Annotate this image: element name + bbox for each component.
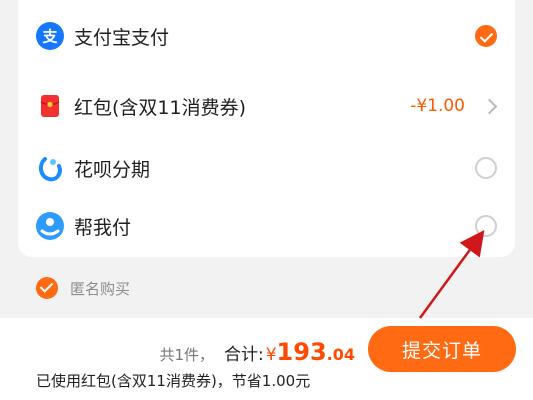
anonymous-checkbox-checked[interactable] [36, 277, 58, 299]
anonymous-label: 匿名购买 [70, 279, 131, 298]
alipay-radio-checked[interactable] [475, 25, 497, 47]
red-envelope-icon [36, 92, 64, 120]
payment-option-label: 红包(含双11消费券) [74, 96, 247, 119]
saving-note: 已使用红包(含双11消费券)，节省1.00元 [36, 372, 311, 390]
total-integer: 193 [276, 338, 327, 366]
payment-option-red-envelope[interactable]: 红包(含双11消费券) -¥1.00 [18, 78, 515, 134]
item-count: 共1件， [159, 346, 214, 364]
order-summary: 共1件， 合计: ¥ 193 .04 [159, 338, 355, 366]
total-decimal: .04 [326, 345, 355, 364]
checkout-footer: 共1件， 合计: ¥ 193 .04 提交订单 已使用红包(含双11消费券)，节… [0, 318, 533, 400]
payment-option-alipay[interactable]: 支 支付宝支付 [18, 8, 515, 64]
payment-option-huabei[interactable]: 花呗分期 [18, 140, 515, 196]
svg-text:支: 支 [41, 28, 58, 46]
help-me-pay-icon [36, 212, 64, 240]
total-label: 合计: [223, 345, 264, 365]
help-me-pay-radio[interactable] [475, 215, 497, 237]
huabei-radio[interactable] [475, 157, 497, 179]
anonymous-purchase[interactable]: 匿名购买 [36, 276, 130, 300]
red-envelope-amount: -¥1.00 [410, 96, 465, 116]
payment-option-label: 帮我付 [74, 216, 132, 239]
currency-symbol: ¥ [265, 345, 277, 365]
payment-option-label: 花呗分期 [74, 158, 151, 181]
chevron-right-icon[interactable] [481, 98, 498, 114]
payment-option-label: 支付宝支付 [74, 26, 170, 49]
submit-order-button[interactable]: 提交订单 [368, 326, 516, 372]
alipay-icon: 支 [36, 22, 64, 50]
huabei-icon [36, 154, 64, 182]
payment-option-help-me-pay[interactable]: 帮我付 [18, 198, 515, 254]
payment-options-card: 支 支付宝支付 红包(含双11消费券) -¥1.00 花呗分期 帮我付 [18, 0, 515, 257]
